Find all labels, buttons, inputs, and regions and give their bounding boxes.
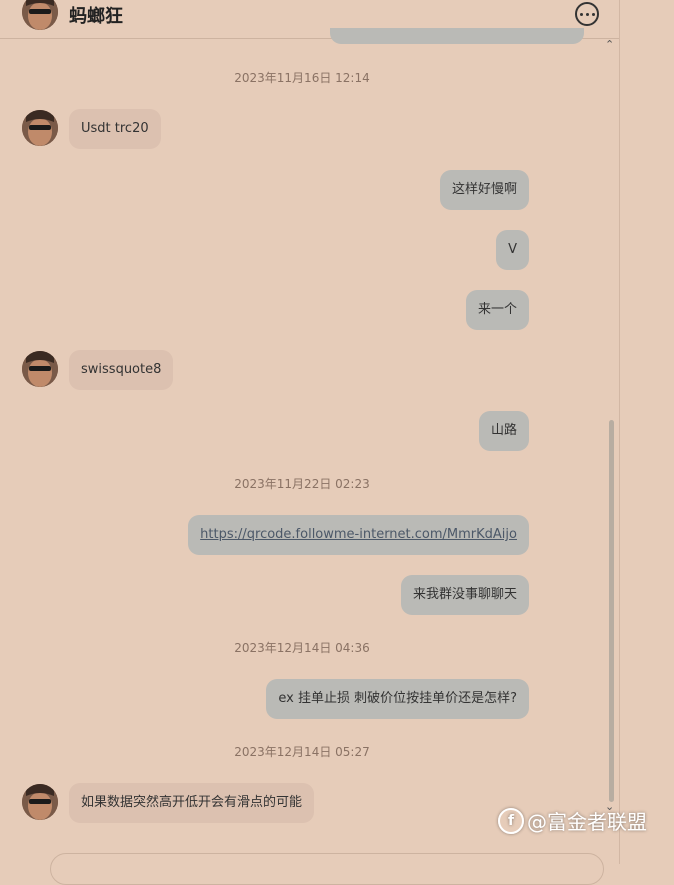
scrollbar-thumb[interactable] bbox=[609, 420, 614, 802]
message-bubble-outgoing[interactable]: 来我群没事聊聊天 bbox=[400, 575, 529, 615]
timestamp: 2023年11月16日 12:14 bbox=[234, 71, 370, 85]
message-input-box[interactable] bbox=[50, 853, 604, 885]
more-options-icon[interactable] bbox=[575, 2, 599, 26]
avatar-image bbox=[22, 110, 58, 146]
message-bubble-outgoing[interactable]: 这样好慢啊 bbox=[439, 170, 529, 210]
message-bubble-outgoing[interactable]: 山路 bbox=[478, 411, 529, 451]
message-bubble-outgoing[interactable]: 来一个 bbox=[465, 290, 529, 330]
timestamp: 2023年11月22日 02:23 bbox=[234, 477, 370, 491]
timestamp: 2023年12月14日 05:27 bbox=[234, 745, 370, 759]
watermark: f @富金者联盟 bbox=[498, 806, 647, 835]
timestamp: 2023年12月14日 04:36 bbox=[234, 641, 370, 655]
scroll-up-icon[interactable]: ⌃ bbox=[605, 38, 614, 51]
previous-message-bubble bbox=[330, 28, 584, 44]
sender-avatar[interactable] bbox=[22, 784, 58, 820]
message-bubble-incoming[interactable]: 如果数据突然高开低开会有滑点的可能 bbox=[69, 783, 315, 823]
watermark-logo-icon: f bbox=[498, 807, 524, 834]
avatar-image bbox=[22, 351, 58, 387]
message-bubble-incoming[interactable]: Usdt trc20 bbox=[69, 109, 161, 149]
contact-avatar[interactable] bbox=[22, 0, 58, 30]
watermark-text: @富金者联盟 bbox=[527, 810, 647, 834]
chat-title: 蚂螂狂 bbox=[69, 6, 123, 27]
sender-avatar[interactable] bbox=[22, 110, 58, 146]
message-bubble-outgoing: https://qrcode.followme-internet.com/Mmr… bbox=[188, 515, 529, 555]
avatar-image bbox=[22, 784, 58, 820]
message-bubble-outgoing[interactable]: V bbox=[496, 230, 529, 270]
message-bubble-outgoing[interactable]: ex 挂单止损 刺破价位按挂单价还是怎样? bbox=[266, 679, 529, 719]
message-bubble-incoming[interactable]: swissquote8 bbox=[69, 350, 174, 390]
chat-panel: 蚂螂狂 2023年11月16日 12:14 Usdt trc20 这样好慢啊 V… bbox=[0, 0, 620, 885]
sender-avatar[interactable] bbox=[22, 351, 58, 387]
avatar-image bbox=[22, 0, 58, 30]
message-link[interactable]: https://qrcode.followme-internet.com/Mmr… bbox=[200, 527, 517, 542]
